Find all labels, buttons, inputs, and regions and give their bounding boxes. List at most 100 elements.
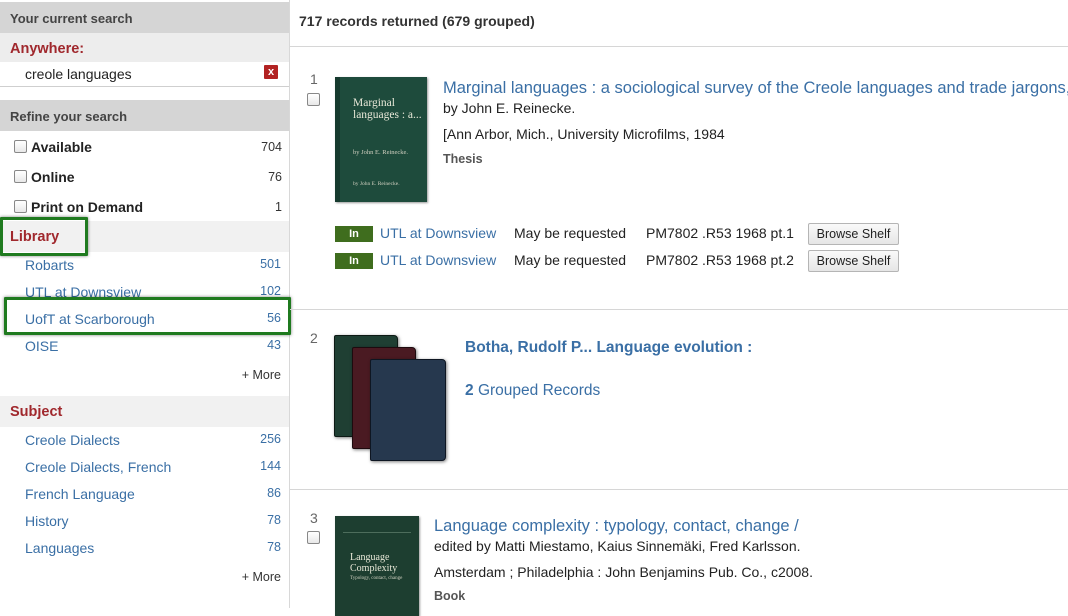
facet-item-label[interactable]: History [25,513,69,529]
current-search-header: Your current search [0,2,289,33]
cover-series-band [343,520,411,533]
subject-more-link[interactable]: + More [242,570,281,584]
holding-availability: May be requested [514,252,627,268]
record-select-checkbox[interactable] [307,531,320,544]
anywhere-label: Anywhere: [10,41,85,57]
facet-item-label[interactable]: OISE [25,338,58,354]
cover-spine [335,77,340,202]
browse-shelf-button[interactable]: Browse Shelf [808,250,899,272]
search-term: creole languages [25,66,132,82]
facet-item-label[interactable]: Languages [25,540,94,556]
results-divider [290,489,1068,490]
online-checkbox[interactable] [14,170,27,183]
library-more-row: + More [0,360,289,390]
library-more-link[interactable]: + More [242,368,281,382]
available-checkbox[interactable] [14,140,27,153]
availability-online[interactable]: Online 76 [0,161,289,191]
availability-count: 1 [275,200,282,214]
subject-more-row: + More [0,562,289,592]
cover-title: Language Complexity [350,552,398,574]
cover-subtitle: Typology, contact, change [350,576,403,581]
record-number: 2 [310,330,318,346]
refine-header: Refine your search [0,100,289,131]
facet-item-creole-dialects[interactable]: Creole Dialects 256 [0,427,289,454]
facet-item-count: 256 [260,432,281,446]
facet-item-label[interactable]: UTL at Downsview [25,284,141,300]
availability-count: 704 [261,140,282,154]
remove-term-icon[interactable]: x [264,65,278,79]
facet-item-label[interactable]: Robarts [25,257,74,273]
facet-item-count: 144 [260,459,281,473]
record-number: 1 [310,71,318,87]
library-facet-title: Library [10,229,60,245]
holding-availability: May be requested [514,225,627,241]
record-publication: [Ann Arbor, Mich., University Microfilms… [443,126,725,142]
facet-item-count: 86 [267,486,281,500]
facet-item-uoft-at-scarborough[interactable]: UofT at Scarborough 56 [0,306,289,333]
facet-item-label[interactable]: French Language [25,486,135,502]
results-divider [290,46,1068,47]
availability-print-on-demand[interactable]: Print on Demand 1 [0,191,289,221]
availability-label: Print on Demand [31,199,144,215]
facet-item-label[interactable]: Creole Dialects [25,432,120,448]
cover-title: Marginal languages : a... [353,97,422,121]
facet-item-languages[interactable]: Languages 78 [0,535,289,562]
holding-library-link[interactable]: UTL at Downsview [380,225,496,241]
facet-item-creole-dialects-french[interactable]: Creole Dialects, French 144 [0,454,289,481]
book-cover-thumbnail[interactable]: Marginal languages : a... by John E. Rei… [335,77,427,202]
holding-row: In UTL at Downsview May be requested PM7… [335,250,1055,275]
print-on-demand-checkbox[interactable] [14,200,27,213]
current-search-panel: Your current search Anywhere: creole lan… [0,2,289,87]
group-title-link[interactable]: Botha, Rudolf P... Language evolution : [465,339,752,357]
anywhere-label-row: Anywhere: [0,33,289,62]
holding-call-number: PM7802 .R53 1968 pt.2 [646,252,794,268]
subject-facet-header[interactable]: Subject [0,396,289,427]
record-title-link[interactable]: Language complexity : typology, contact,… [434,517,799,536]
library-facet-header[interactable]: Library [0,221,289,252]
record-author: edited by Matti Miestamo, Kaius Sinnemäk… [434,538,801,554]
subject-facet-title: Subject [10,404,63,420]
record-select-checkbox[interactable] [307,93,320,106]
browse-shelf-button[interactable]: Browse Shelf [808,223,899,245]
facet-item-count: 43 [267,338,281,352]
facet-item-count: 102 [260,284,281,298]
facet-item-count: 78 [267,513,281,527]
facet-item-label[interactable]: UofT at Scarborough [25,311,155,327]
availability-label: Online [31,169,75,185]
stacked-books-icon[interactable] [334,335,449,463]
facet-item-robarts[interactable]: Robarts 501 [0,252,289,279]
cover-author: by John E. Reinecke. [353,149,409,156]
grouped-records-count: 2 [465,382,474,399]
holding-call-number: PM7802 .R53 1968 pt.1 [646,225,794,241]
record-type: Thesis [443,152,483,166]
availability-count: 76 [268,170,282,184]
grouped-records-label: Grouped Records [477,382,601,399]
stack-book-front [370,359,446,461]
availability-label: Available [31,139,92,155]
record-title-link[interactable]: Marginal languages : a sociological surv… [443,79,1068,98]
facet-item-count: 56 [267,311,281,325]
facet-item-history[interactable]: History 78 [0,508,289,535]
facet-item-oise[interactable]: OISE 43 [0,333,289,360]
search-term-row: creole languages x [0,62,289,87]
book-cover-thumbnail[interactable]: Language Complexity Typology, contact, c… [335,516,419,616]
cover-author-small: by John E. Reinecke. [353,181,400,187]
facet-item-label[interactable]: Creole Dialects, French [25,459,171,475]
facet-item-french-language[interactable]: French Language 86 [0,481,289,508]
record-author: by John E. Reinecke. [443,100,576,116]
in-status-badge: In [335,253,373,269]
record-type: Book [434,589,466,603]
holding-row: In UTL at Downsview May be requested PM7… [335,223,1055,248]
in-status-badge: In [335,226,373,242]
facet-item-count: 78 [267,540,281,554]
grouped-records-link[interactable]: 2 Grouped Records [465,382,600,400]
records-summary: 717 records returned (679 grouped) [299,13,535,29]
holding-library-link[interactable]: UTL at Downsview [380,252,496,268]
facet-item-count: 501 [260,257,281,271]
results-panel: 717 records returned (679 grouped) 1 Mar… [290,0,1068,616]
refine-panel: Refine your search Available 704 Online … [0,100,289,592]
record-publication: Amsterdam ; Philadelphia : John Benjamin… [434,564,813,580]
record-number: 3 [310,510,318,526]
facet-item-utl-at-downsview[interactable]: UTL at Downsview 102 [0,279,289,306]
availability-available[interactable]: Available 704 [0,131,289,161]
